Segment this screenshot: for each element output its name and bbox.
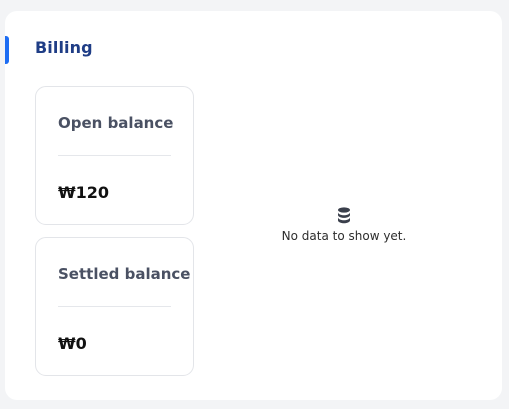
card-divider xyxy=(58,155,171,156)
open-balance-card: Open balance ₩120 xyxy=(35,86,194,225)
empty-state-text: No data to show yet. xyxy=(281,229,407,243)
settled-balance-value: ₩0 xyxy=(58,334,87,353)
database-icon xyxy=(338,207,350,224)
billing-panel: Billing Open balance ₩120 Settled balanc… xyxy=(5,11,502,400)
open-balance-label: Open balance xyxy=(58,114,174,132)
open-balance-value: ₩120 xyxy=(58,183,110,202)
panel-title: Billing xyxy=(35,38,93,57)
settled-balance-card: Settled balance ₩0 xyxy=(35,237,194,376)
settled-balance-label: Settled balance xyxy=(58,265,191,283)
section-accent-bar xyxy=(5,36,9,64)
card-divider xyxy=(58,306,171,307)
empty-state: No data to show yet. xyxy=(235,207,453,243)
